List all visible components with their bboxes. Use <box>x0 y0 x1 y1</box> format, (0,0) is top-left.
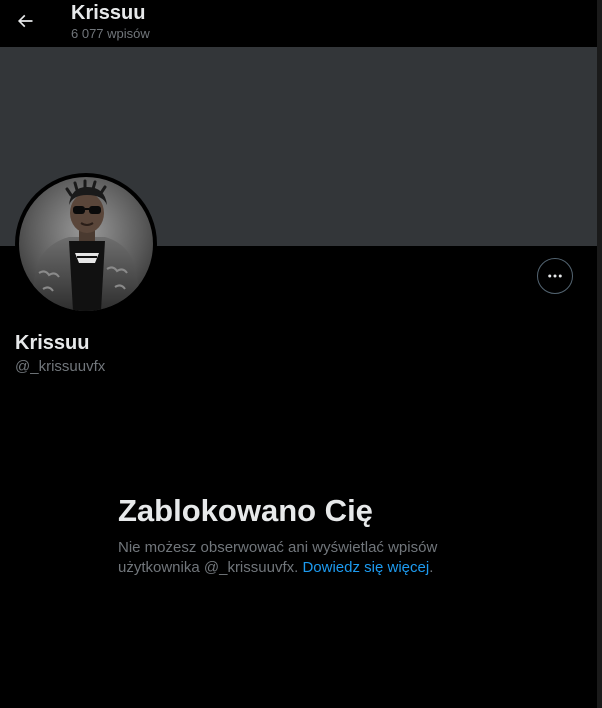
blocked-notice: Zablokowano Cię Nie możesz obserwować an… <box>118 492 498 578</box>
more-options-button[interactable] <box>537 258 573 294</box>
blocked-description-block: Nie możesz obserwować ani wyświetlać wpi… <box>118 538 498 578</box>
post-count: 6 077 wpisów <box>71 26 150 41</box>
header-title: Krissuu <box>71 2 146 24</box>
scrollbar-track <box>597 0 602 708</box>
avatar-frame <box>15 173 157 315</box>
profile-handle: @_krissuuvfx <box>15 358 106 375</box>
profile-header: Krissuu 6 077 wpisów <box>0 0 597 46</box>
blocked-title: Zablokowano Cię <box>118 493 373 528</box>
link-suffix: . <box>429 559 434 576</box>
profile-display-name: Krissuu <box>15 332 90 354</box>
avatar-photo <box>19 177 153 311</box>
back-button[interactable] <box>8 4 42 38</box>
avatar[interactable] <box>19 177 153 311</box>
learn-more-link[interactable]: Dowiedz się więcej <box>302 559 429 576</box>
more-horizontal-icon <box>548 274 562 278</box>
arrow-left-icon <box>17 14 33 28</box>
